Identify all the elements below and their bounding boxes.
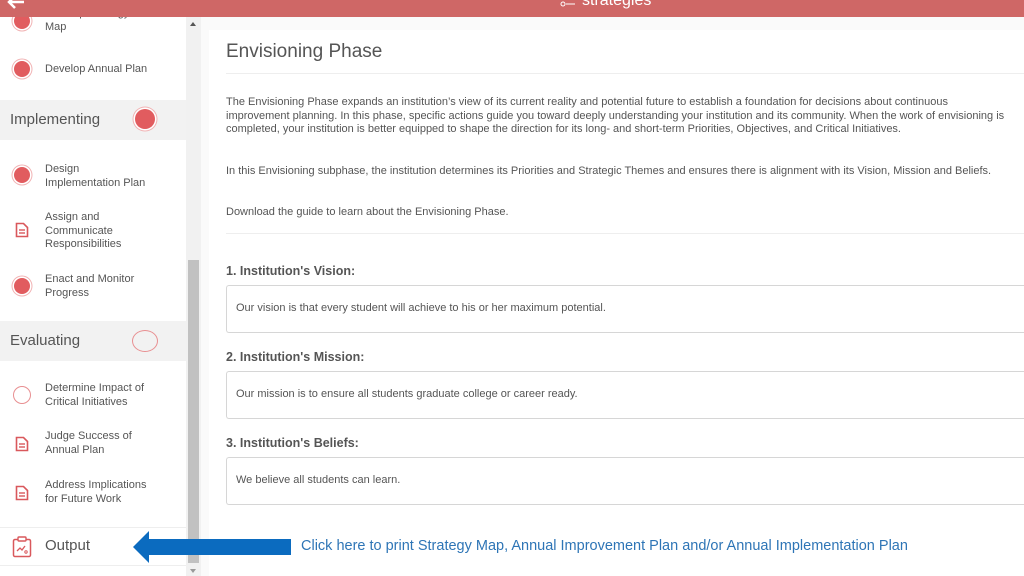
content-card: Envisioning Phase The Envisioning Phase … <box>209 30 1024 576</box>
sidebar-item-enact-monitor[interactable]: Enact and Monitor Progress <box>0 271 186 311</box>
phase-complete-icon <box>132 109 155 129</box>
strategies-icon <box>560 1 575 7</box>
complete-circle-icon <box>12 276 32 296</box>
scroll-up-icon[interactable] <box>190 22 196 26</box>
sidebar-item-assign-communicate[interactable]: Assign and Communicate Responsibilities <box>0 207 186 257</box>
subphase-paragraph: In this Envisioning subphase, the instit… <box>226 165 992 177</box>
scroll-down-icon[interactable] <box>190 569 196 573</box>
clipboard-icon <box>12 536 32 563</box>
main-content: Envisioning Phase The Envisioning Phase … <box>201 17 1024 576</box>
phase-incomplete-icon <box>132 330 158 352</box>
sidebar-item-design-implementation-plan[interactable]: Design Implementation Plan <box>0 157 186 197</box>
mission-field[interactable]: Our mission is to ensure all students gr… <box>226 371 1024 419</box>
beliefs-field[interactable]: We believe all students can learn. <box>226 457 1024 505</box>
divider <box>226 73 1024 74</box>
scrollbar-thumb[interactable] <box>188 260 199 563</box>
top-bar: strategies <box>0 0 1024 17</box>
complete-circle-icon <box>12 165 32 185</box>
sidebar-scrollbar[interactable] <box>186 17 201 576</box>
vision-field[interactable]: Our vision is that every student will ac… <box>226 285 1024 333</box>
sidebar: Develop Strategy Map Develop Annual Plan… <box>0 17 186 576</box>
phase-header-evaluating[interactable]: Evaluating <box>0 321 186 361</box>
header-title: strategies <box>582 0 652 9</box>
phase-header-implementing[interactable]: Implementing <box>0 100 186 140</box>
annotation-arrow-icon <box>133 531 291 563</box>
sidebar-item-determine-impact[interactable]: Determine Impact of Critical Initiatives <box>0 377 186 417</box>
divider <box>226 233 1024 234</box>
sidebar-item-develop-annual-plan[interactable]: Develop Annual Plan <box>0 55 186 85</box>
complete-circle-icon <box>12 17 32 31</box>
complete-circle-icon <box>12 59 32 79</box>
beliefs-label: 3. Institution's Beliefs: <box>226 436 359 450</box>
mission-label: 2. Institution's Mission: <box>226 350 365 364</box>
page-title: Envisioning Phase <box>226 41 383 62</box>
print-instruction-text: Click here to print Strategy Map, Annual… <box>301 538 908 554</box>
header-title-group: strategies <box>560 0 651 10</box>
document-icon <box>12 220 32 240</box>
document-icon <box>12 434 32 454</box>
back-arrow-icon[interactable] <box>4 0 28 14</box>
vision-label: 1. Institution's Vision: <box>226 264 356 278</box>
incomplete-circle-icon <box>12 385 32 405</box>
sidebar-item-judge-success[interactable]: Judge Success of Annual Plan <box>0 427 186 467</box>
sidebar-item-develop-strategy-map[interactable]: Develop Strategy Map <box>0 17 186 47</box>
document-icon <box>12 483 32 503</box>
sidebar-item-address-implications[interactable]: Address Implications for Future Work <box>0 475 186 515</box>
intro-paragraph: The Envisioning Phase expands an institu… <box>226 96 1005 136</box>
download-guide-text[interactable]: Download the guide to learn about the En… <box>226 206 1006 220</box>
